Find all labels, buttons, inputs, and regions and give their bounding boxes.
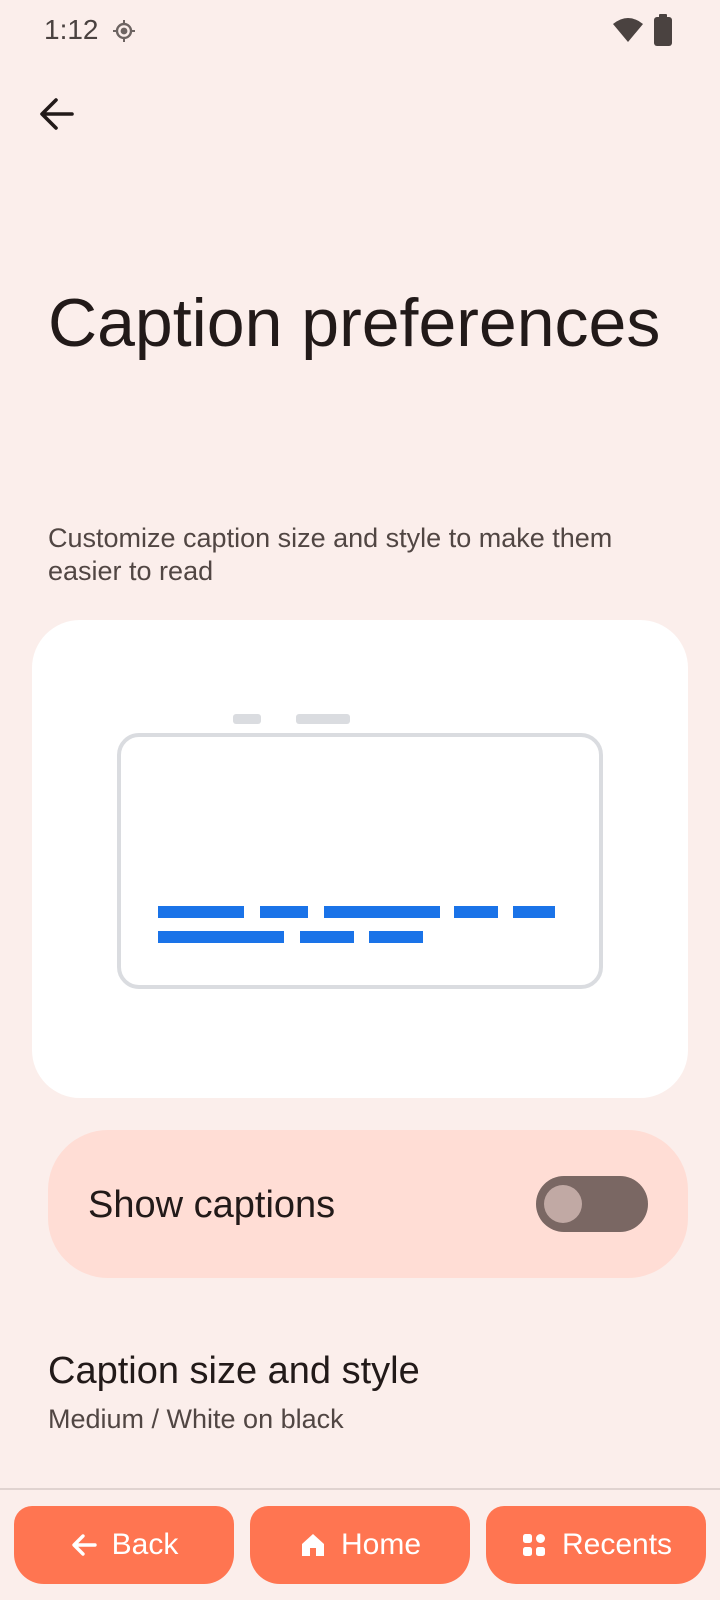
caption-preview-illustration (117, 714, 603, 989)
nav-recents-button[interactable]: Recents (486, 1506, 706, 1584)
nav-home-button[interactable]: Home (250, 1506, 470, 1584)
back-button[interactable] (30, 88, 82, 140)
recents-icon (522, 1534, 545, 1556)
show-captions-row[interactable]: Show captions (48, 1130, 688, 1278)
nav-recents-label: Recents (561, 1528, 673, 1561)
toggle-thumb (544, 1185, 582, 1223)
arrow-back-icon (71, 1534, 97, 1556)
nav-home-label: Home (340, 1528, 422, 1561)
arrow-back-icon (40, 98, 74, 130)
caption-preview-card (32, 620, 688, 1098)
battery-icon (654, 14, 672, 46)
nav-back-button[interactable]: Back (14, 1506, 234, 1584)
location-icon (113, 20, 135, 42)
home-icon (301, 1534, 324, 1556)
caption-size-style-title: Caption size and style (48, 1350, 420, 1392)
page-title: Caption preferences (48, 285, 661, 361)
page-subtitle: Customize caption size and style to make… (48, 523, 613, 586)
status-time: 1:12 (44, 14, 99, 45)
status-bar: 1:12 (0, 0, 720, 62)
caption-size-style-summary: Medium / White on black (48, 1404, 344, 1434)
show-captions-toggle[interactable] (536, 1176, 648, 1232)
show-captions-label: Show captions (88, 1184, 336, 1226)
wifi-icon (613, 18, 643, 42)
nav-back-label: Back (111, 1528, 179, 1561)
navigation-bar: Back Home Recents (0, 1488, 720, 1600)
caption-size-style-item[interactable]: Caption size and style Medium / White on… (0, 1330, 720, 1440)
